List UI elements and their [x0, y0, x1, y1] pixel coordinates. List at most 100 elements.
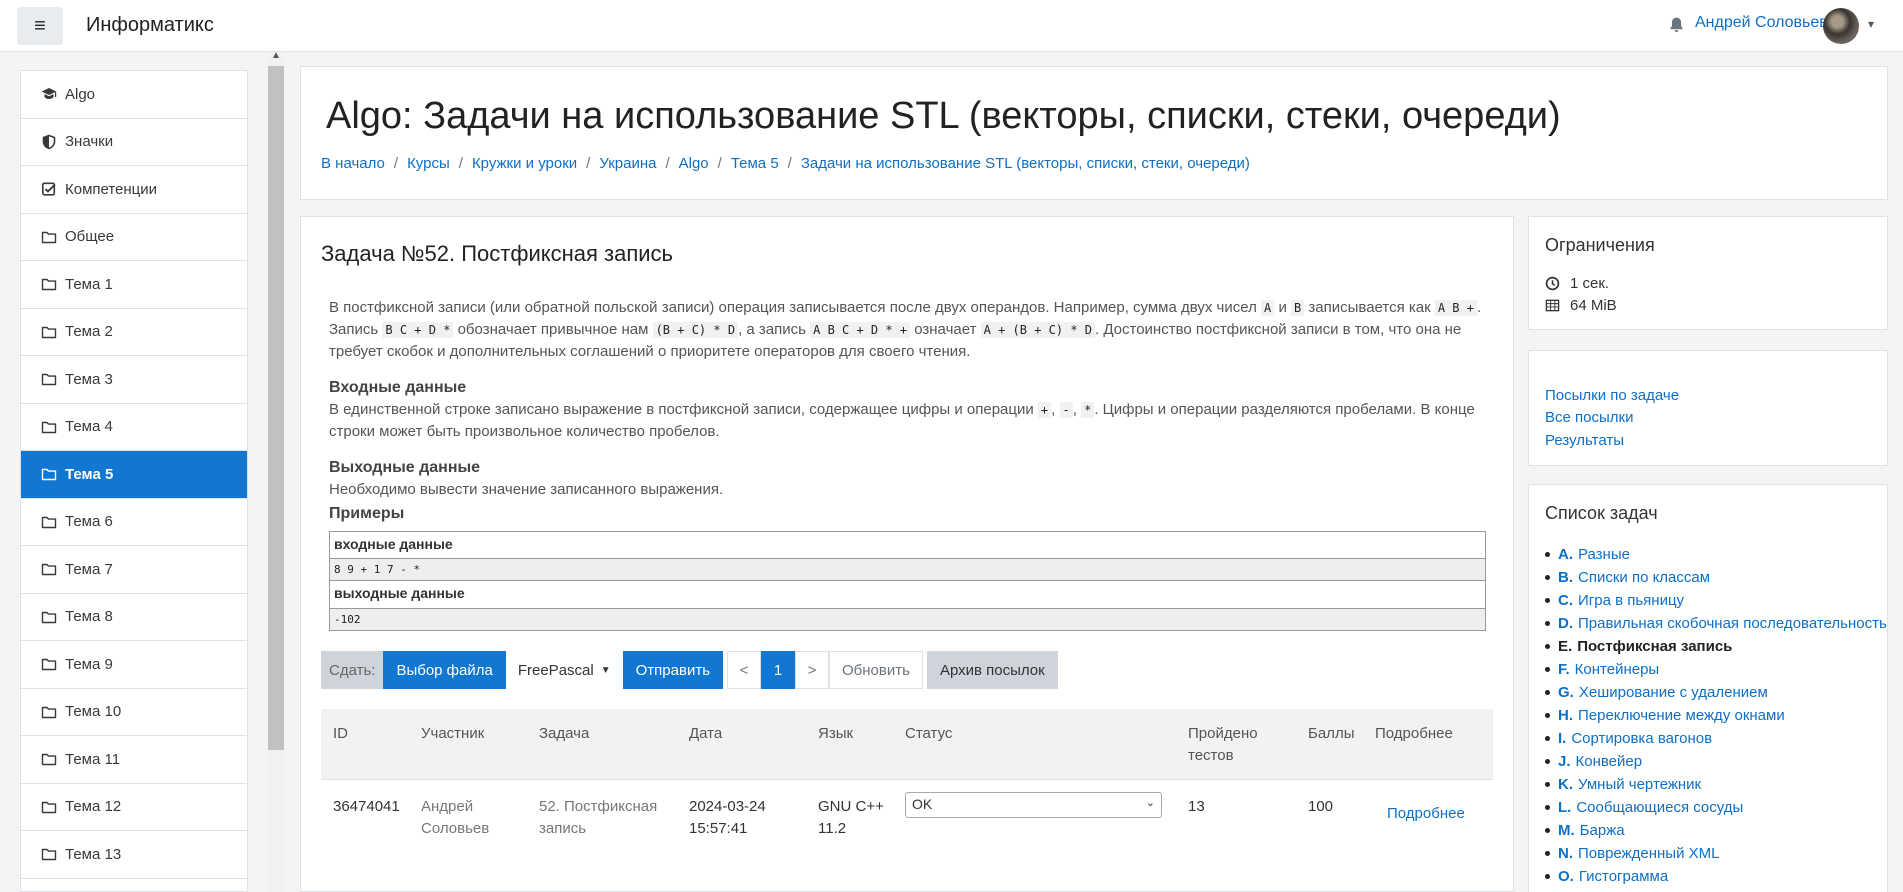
chevron-down-icon: ⌄ [1145, 797, 1155, 809]
user-menu-name[interactable]: Андрей Соловьев [1695, 14, 1828, 32]
sidebar-item-тема-1[interactable]: Тема 1 [21, 261, 247, 309]
bullet-icon [1545, 621, 1550, 626]
task-letter: B. [1558, 569, 1573, 586]
page-title: Algo: Задачи на использование STL (векто… [326, 95, 1561, 137]
problem-statement: В постфиксной записи (или обратной польс… [329, 297, 1489, 501]
submission-user[interactable]: Андрей Соловьев [421, 796, 521, 840]
sidebar-item-тема-2[interactable]: Тема 2 [21, 309, 247, 356]
sidebar-item-общее[interactable]: Общее [21, 214, 247, 261]
sidebar-item-тема-5[interactable]: Тема 5 [21, 451, 247, 499]
pagination-prev[interactable]: < [727, 651, 762, 689]
task-name: Разные [1578, 546, 1630, 563]
task-list-item[interactable]: C. Игра в пьяницу [1545, 589, 1887, 612]
language-select[interactable]: FreePascal ▼ [505, 651, 623, 689]
choose-file-button[interactable]: Выбор файла [383, 651, 506, 689]
sidebar-item-тема-8[interactable]: Тема 8 [21, 594, 247, 641]
sidebar-item-тема-7[interactable]: Тема 7 [21, 546, 247, 594]
breadcrumb-item[interactable]: Algo [679, 155, 709, 172]
sidebar-item-тема-13[interactable]: Тема 13 [21, 831, 247, 879]
sidebar-item-тема-11[interactable]: Тема 11 [21, 736, 247, 784]
task-letter: H. [1558, 707, 1573, 724]
breadcrumb-item[interactable]: Задачи на использование STL (векторы, сп… [801, 155, 1250, 172]
task-list-item[interactable]: N. Поврежденный XML [1545, 842, 1887, 865]
sidebar-item-значки[interactable]: Значки [21, 119, 247, 166]
task-list-item[interactable]: B. Списки по классам [1545, 566, 1887, 589]
link-all-submissions[interactable]: Все посылки [1545, 409, 1633, 426]
avatar[interactable] [1823, 8, 1859, 44]
sidebar-item-algo[interactable]: Algo [21, 71, 247, 119]
task-list-item: E. Постфиксная запись [1545, 635, 1887, 658]
task-list-item[interactable]: O. Гистограмма [1545, 865, 1887, 888]
sidebar-item-label: Algo [65, 85, 96, 103]
sidebar-item-тема-10[interactable]: Тема 10 [21, 689, 247, 736]
breadcrumb-separator: / [717, 155, 722, 172]
task-list-item[interactable]: F. Контейнеры [1545, 658, 1887, 681]
breadcrumb-item[interactable]: Курсы [407, 155, 450, 172]
breadcrumb-separator: / [787, 155, 792, 172]
sidebar-item-тема-4[interactable]: Тема 4 [21, 404, 247, 451]
link-task-submissions[interactable]: Посылки по задаче [1545, 387, 1679, 404]
breadcrumb-item[interactable]: Тема 5 [731, 155, 779, 172]
task-list-item[interactable]: L. Сообщающиеся сосуды [1545, 796, 1887, 819]
sidebar-item-тема-3[interactable]: Тема 3 [21, 356, 247, 404]
task-list-item[interactable]: A. Разные [1545, 543, 1887, 566]
example-output-value: -102 [329, 609, 1486, 631]
sidebar-item-label: Тема 4 [65, 418, 113, 436]
task-name: Гистограмма [1578, 868, 1669, 885]
memory-limit: 64 MiB [1545, 297, 1617, 314]
folder-icon [41, 656, 65, 672]
task-list-item[interactable]: J. Конвейер [1545, 750, 1887, 773]
task-list-item[interactable]: M. Баржа [1545, 819, 1887, 842]
send-button[interactable]: Отправить [622, 651, 724, 689]
sidebar-item-компетенции[interactable]: Компетенции [21, 166, 247, 214]
col-id: ID [333, 725, 348, 742]
breadcrumb-item[interactable]: В начало [321, 155, 385, 172]
drawer-scrollbar-thumb[interactable] [268, 66, 284, 750]
submission-details-link[interactable]: Подробнее [1387, 803, 1465, 825]
example-output-label: выходные данные [329, 581, 1486, 609]
chevron-down-icon[interactable]: ▾ [1868, 17, 1874, 31]
refresh-button[interactable]: Обновить [829, 651, 923, 689]
task-list-item[interactable]: K. Умный чертежник [1545, 773, 1887, 796]
top-navbar: ≡ Информатикс Андрей Соловьев ▾ [0, 0, 1903, 52]
task-list-item[interactable]: G. Хеширование с удалением [1545, 681, 1887, 704]
task-list-item[interactable]: I. Сортировка вагонов [1545, 727, 1887, 750]
breadcrumb-separator: / [665, 155, 670, 172]
folder-icon [41, 609, 65, 625]
task-letter: C. [1558, 592, 1573, 609]
pagination-next[interactable]: > [795, 651, 830, 689]
limits-card: Ограничения 1 сек. 64 MiB [1528, 216, 1888, 330]
bullet-icon [1545, 690, 1550, 695]
graduation-cap-icon [41, 86, 65, 102]
link-results[interactable]: Результаты [1545, 432, 1624, 449]
output-heading: Выходные данные [329, 459, 481, 476]
bullet-icon [1545, 713, 1550, 718]
sidebar-item-тема-6[interactable]: Тема 6 [21, 499, 247, 546]
site-name[interactable]: Информатикс [86, 14, 214, 37]
col-task: Задача [539, 725, 590, 742]
folder-icon [41, 514, 65, 530]
breadcrumb-item[interactable]: Кружки и уроки [472, 155, 577, 172]
folder-icon [41, 371, 65, 387]
bullet-icon [1545, 575, 1550, 580]
breadcrumb-item[interactable]: Украина [599, 155, 656, 172]
folder-icon [41, 466, 65, 482]
sidebar-item-тема-12[interactable]: Тема 12 [21, 784, 247, 831]
task-list-item[interactable]: H. Переключение между окнами [1545, 704, 1887, 727]
status-select[interactable]: OK ⌄ [905, 792, 1162, 818]
sidebar-item-label: Компетенции [65, 180, 158, 198]
example-input-label: входные данные [329, 531, 1486, 559]
sidebar-item-label: Тема 10 [65, 703, 122, 721]
col-lang: Язык [818, 725, 854, 742]
bullet-icon [1545, 851, 1550, 856]
submission-date: 2024-03-24 15:57:41 [689, 798, 766, 837]
sidebar-item-тема-9[interactable]: Тема 9 [21, 641, 247, 689]
scroll-up-icon[interactable]: ▲ [269, 50, 283, 64]
archive-button[interactable]: Архив посылок [926, 651, 1058, 689]
folder-icon [41, 419, 65, 435]
menu-toggle-button[interactable]: ≡ [17, 7, 63, 45]
pagination-page-1[interactable]: 1 [761, 651, 796, 689]
submission-task[interactable]: 52. Постфиксная запись [539, 796, 669, 840]
bell-icon[interactable] [1668, 16, 1685, 33]
task-list-item[interactable]: D. Правильная скобочная последовательност… [1545, 612, 1887, 635]
